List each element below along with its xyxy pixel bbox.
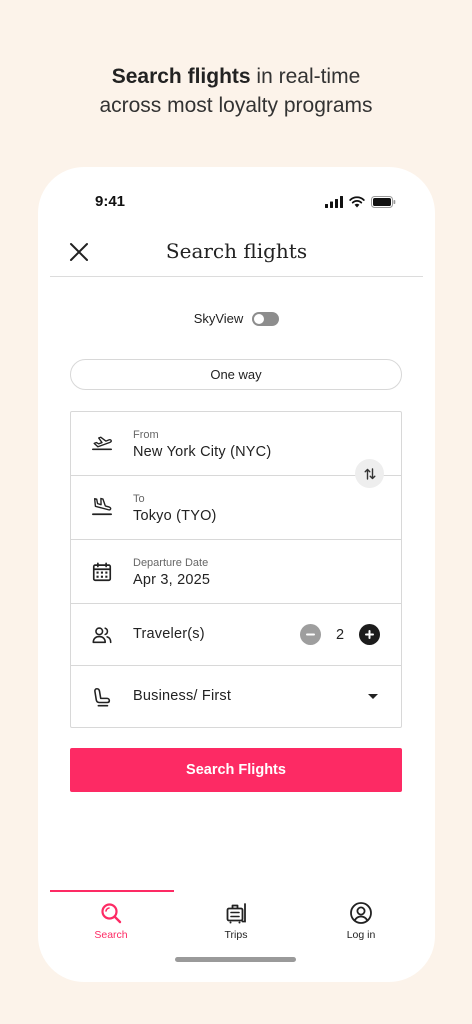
from-field[interactable]: From New York City (NYC) <box>71 412 401 476</box>
takeoff-icon <box>92 436 112 451</box>
signal-icon <box>325 196 343 208</box>
tab-trips-label: Trips <box>224 929 248 941</box>
skyview-label: SkyView <box>193 311 244 326</box>
skyview-toggle[interactable] <box>252 311 280 326</box>
promo-headline-bold: Search flights <box>111 65 251 88</box>
search-flights-button[interactable]: Search Flights <box>70 748 402 792</box>
plus-icon <box>365 630 374 639</box>
active-tab-indicator <box>50 890 174 892</box>
landing-icon <box>92 497 112 516</box>
minus-icon <box>306 633 315 636</box>
swap-airports-button[interactable] <box>355 459 384 488</box>
to-value: Tokyo (TYO) <box>133 508 217 524</box>
tab-login-label: Log in <box>346 929 376 941</box>
screen-header: Search flights <box>50 229 423 277</box>
promo-headline-line2: across most loyalty programs <box>99 94 373 117</box>
swap-icon <box>364 467 375 480</box>
wifi-icon <box>349 196 365 208</box>
seat-icon <box>94 687 111 707</box>
skyview-row: SkyView <box>38 311 435 326</box>
home-indicator <box>175 957 296 962</box>
flight-search-form: From New York City (NYC) To Tokyo (TYO) … <box>70 411 402 728</box>
bottom-tab-bar: Search Trips Log in <box>38 887 435 947</box>
account-icon <box>350 902 372 924</box>
travelers-label: Traveler(s) <box>133 626 205 642</box>
promo-headline-line1: Search flights in real-time <box>0 62 472 91</box>
from-label: From <box>133 429 159 441</box>
tab-search-label: Search <box>94 929 128 941</box>
phone-frame: 9:41 Search flights SkyView One way From… <box>38 167 435 982</box>
traveler-count: 2 <box>335 626 345 643</box>
cabin-class-dropdown[interactable]: Business/ First <box>71 666 401 728</box>
tab-trips[interactable]: Trips <box>196 901 276 941</box>
to-label: To <box>133 493 145 505</box>
departure-date-value: Apr 3, 2025 <box>133 572 211 588</box>
tab-search[interactable]: Search <box>71 901 151 941</box>
people-icon <box>92 627 112 644</box>
toggle-knob <box>254 313 265 324</box>
status-bar: 9:41 <box>38 191 435 215</box>
calendar-icon <box>92 562 112 582</box>
decrease-travelers-button[interactable] <box>300 624 321 645</box>
chevron-down-icon <box>368 694 378 699</box>
departure-date-label: Departure Date <box>133 557 209 569</box>
battery-icon <box>371 196 396 208</box>
from-value: New York City (NYC) <box>133 444 272 460</box>
cabin-class-value: Business/ First <box>133 688 232 704</box>
departure-date-field[interactable]: Departure Date Apr 3, 2025 <box>71 540 401 604</box>
promo-headline: Search flights in real-time across most … <box>0 62 472 120</box>
search-icon <box>101 903 122 924</box>
promo-headline-rest: in real-time <box>250 65 361 88</box>
tab-login[interactable]: Log in <box>321 901 401 941</box>
travelers-field: Traveler(s) 2 <box>71 604 401 666</box>
trip-type-selector[interactable]: One way <box>70 359 402 390</box>
status-icons <box>325 196 396 208</box>
page-title: Search flights <box>165 239 308 263</box>
increase-travelers-button[interactable] <box>359 624 380 645</box>
to-field[interactable]: To Tokyo (TYO) <box>71 476 401 540</box>
status-time: 9:41 <box>95 193 126 210</box>
luggage-icon <box>226 903 246 924</box>
traveler-stepper: 2 <box>300 624 380 645</box>
